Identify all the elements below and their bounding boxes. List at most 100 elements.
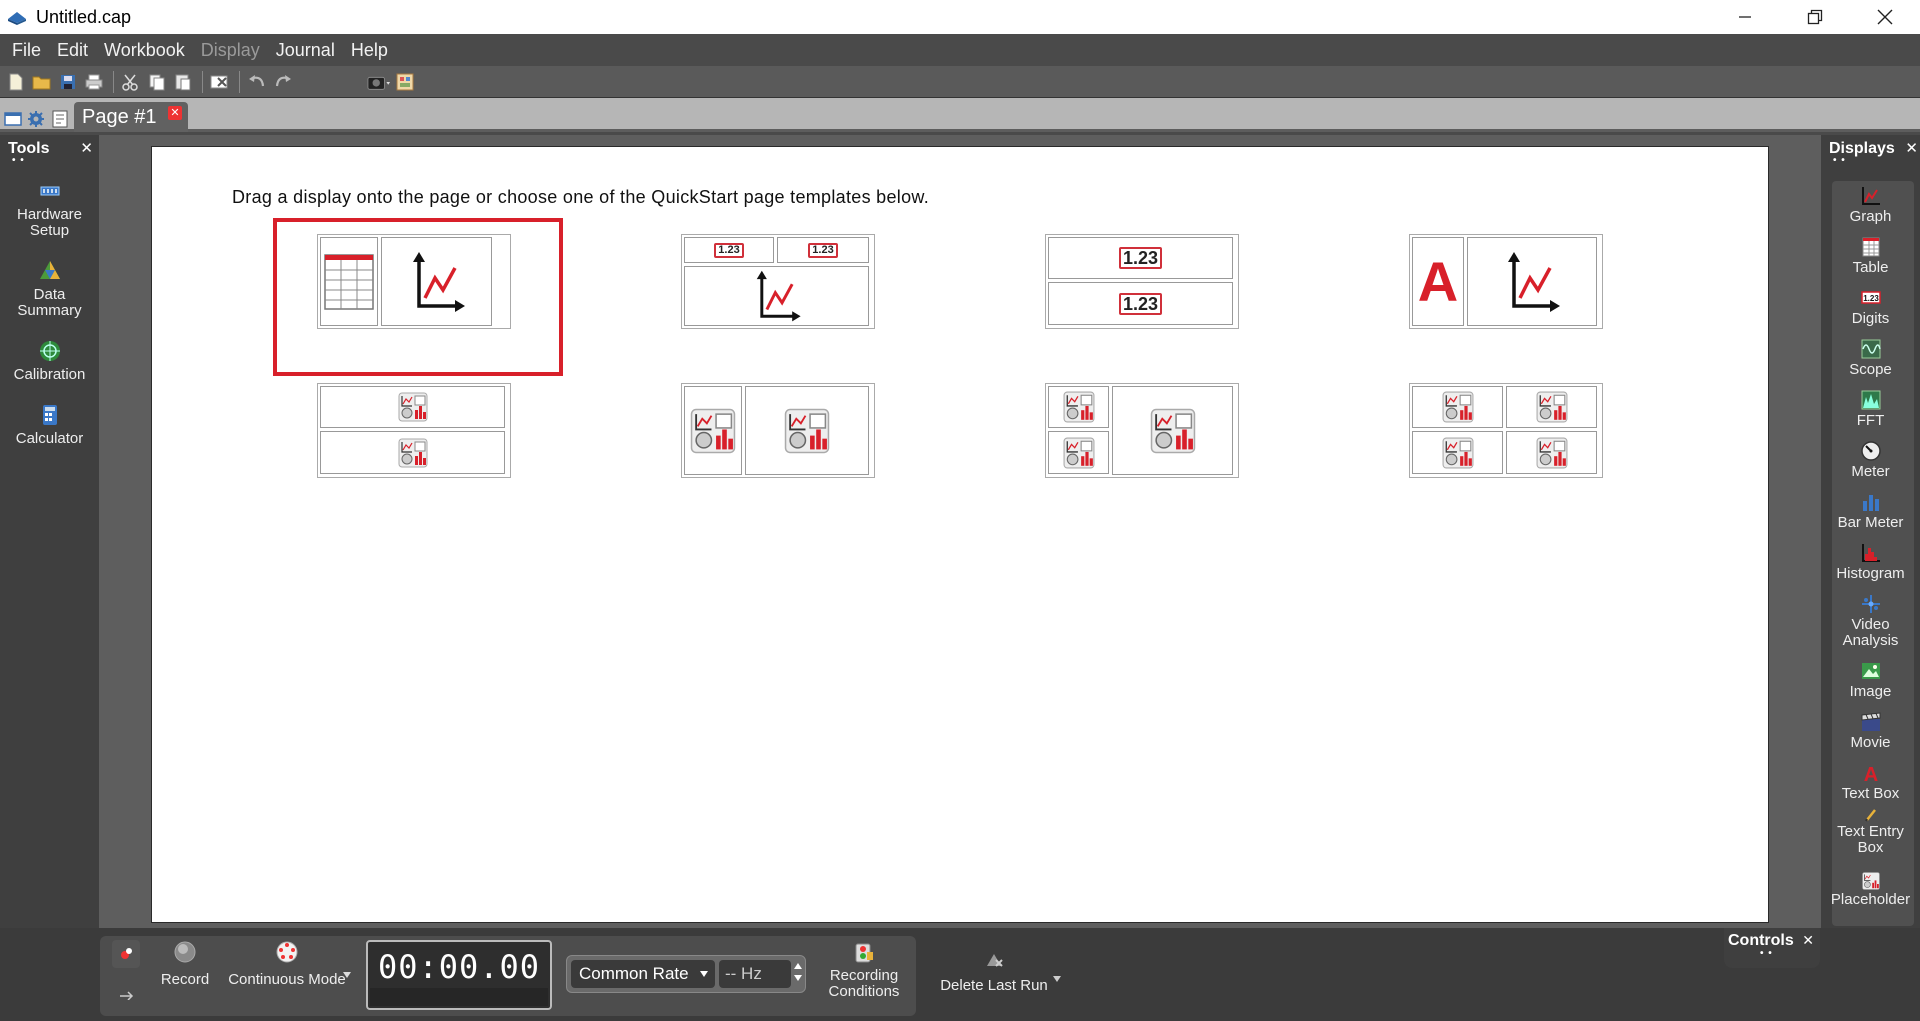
record-mode-toggle[interactable] [112, 940, 140, 968]
close-tab-icon[interactable]: ✕ [168, 106, 182, 120]
displays-panel-header[interactable]: Displays ✕ • • [1821, 135, 1920, 169]
menu-journal[interactable]: Journal [268, 40, 343, 61]
display-label: Text Box [1841, 785, 1900, 802]
display-label: Meter [1851, 463, 1890, 480]
template-text-graph[interactable]: A [1409, 234, 1603, 329]
display-label: FFT [1856, 412, 1885, 429]
tab-page-1-label: Page #1 [82, 106, 157, 128]
template-cell: A [1412, 237, 1464, 326]
menu-help[interactable]: Help [343, 40, 396, 61]
template-cell: 1.23 [1048, 237, 1233, 279]
delete-run-dropdown[interactable] [1052, 970, 1062, 988]
template-four-panel[interactable] [1409, 383, 1603, 478]
menu-edit[interactable]: Edit [49, 40, 96, 61]
tool-calculator[interactable]: Calculator [0, 403, 99, 447]
tool-calibration[interactable]: Calibration [0, 339, 99, 383]
template-narrow-wide[interactable] [681, 383, 875, 478]
cut-button[interactable] [119, 70, 143, 94]
save-button[interactable] [56, 70, 80, 94]
recording-conditions-button[interactable]: Recording Conditions [818, 942, 910, 1000]
record-button[interactable]: Record [155, 940, 215, 988]
drag-handle-icon[interactable]: • • [1760, 948, 1773, 959]
minimize-button[interactable] [1710, 0, 1780, 34]
sample-rate-field[interactable]: -- Hz [719, 960, 791, 988]
delete-last-run-label: Delete Last Run [940, 977, 1048, 994]
display-fft[interactable]: FFT [1821, 389, 1920, 440]
paste-button[interactable] [171, 70, 195, 94]
new-file-button[interactable] [4, 70, 28, 94]
template-cell [1412, 386, 1503, 428]
snapshot-button[interactable] [367, 70, 391, 94]
copy-button[interactable] [145, 70, 169, 94]
template-digits-graph[interactable]: 1.23 1.23 [681, 234, 875, 329]
tools-panel: Tools ✕ • • Hardware Setup Data Summary … [0, 135, 99, 928]
display-video-analysis[interactable]: Video Analysis [1821, 593, 1920, 660]
record-dot-icon [121, 948, 132, 959]
page-list-icon[interactable] [51, 110, 69, 128]
template-cell [1506, 431, 1597, 474]
common-rate-select[interactable]: Common Rate [571, 960, 715, 988]
template-cell: 1.23 [684, 237, 774, 263]
close-window-button[interactable] [1850, 0, 1920, 34]
template-three-panel[interactable] [1045, 383, 1239, 478]
text-box-sample: A [1417, 250, 1459, 313]
delete-last-run-button[interactable]: Delete Last Run [932, 950, 1056, 994]
display-scope[interactable]: Scope [1821, 338, 1920, 389]
display-movie[interactable]: Movie [1821, 711, 1920, 762]
display-label: Table [1852, 259, 1889, 276]
continuous-mode-button[interactable]: Continuous Mode [222, 940, 352, 988]
controls-panel-header[interactable]: Controls ✕ • • [1724, 928, 1820, 968]
template-two-digits[interactable]: 1.23 1.23 [1045, 234, 1239, 329]
display-table[interactable]: Table [1821, 236, 1920, 287]
display-graph[interactable]: Graph [1821, 185, 1920, 236]
close-panel-icon[interactable]: ✕ [80, 139, 93, 157]
page-settings-icon[interactable] [27, 110, 45, 128]
display-meter[interactable]: Meter [1821, 440, 1920, 491]
display-image[interactable]: Image [1821, 660, 1920, 711]
close-icon [1877, 9, 1893, 25]
close-panel-icon[interactable]: ✕ [1905, 139, 1918, 157]
tools-panel-header[interactable]: Tools ✕ • • [0, 135, 99, 169]
record-icon [174, 941, 196, 963]
print-button[interactable] [82, 70, 106, 94]
menu-display[interactable]: Display [193, 40, 268, 61]
redo-button[interactable] [271, 70, 295, 94]
display-label: Text Entry [1837, 823, 1904, 840]
mode-dropdown-arrow[interactable] [342, 966, 352, 984]
chevron-down-icon [1053, 976, 1061, 982]
template-cell [1412, 431, 1503, 474]
meter-icon [1860, 441, 1881, 461]
scope-icon [1861, 339, 1881, 359]
display-digits[interactable]: 1.23 Digits [1821, 287, 1920, 338]
display-text-box[interactable]: A Text Box [1821, 762, 1920, 808]
display-bar-meter[interactable]: Bar Meter [1821, 491, 1920, 542]
fft-icon [1861, 390, 1880, 410]
display-histogram[interactable]: Histogram [1821, 542, 1920, 593]
movie-icon [1861, 712, 1880, 731]
drag-handle-icon[interactable]: • • [1833, 155, 1846, 166]
display-placeholder[interactable]: Placeholder [1821, 872, 1920, 918]
expand-controls-button[interactable] [118, 984, 134, 1005]
rate-spinner[interactable] [793, 960, 805, 988]
display-text-entry-box[interactable]: Text Entry Box [1821, 808, 1920, 872]
spinner-down-icon[interactable] [793, 972, 803, 984]
restore-button[interactable] [1780, 0, 1850, 34]
drag-handle-icon[interactable]: • • [12, 155, 25, 166]
template-cell [1048, 431, 1109, 474]
open-file-button[interactable] [30, 70, 54, 94]
tool-data-summary[interactable]: Data Summary [0, 259, 99, 319]
calibration-icon [39, 341, 60, 361]
tab-page-1[interactable]: Page #1 ✕ [74, 102, 188, 132]
menu-file[interactable]: File [4, 40, 49, 61]
close-panel-icon[interactable]: ✕ [1802, 932, 1814, 949]
undo-button[interactable] [245, 70, 269, 94]
tool-hardware-setup[interactable]: Hardware Setup [0, 179, 99, 239]
menu-workbook[interactable]: Workbook [96, 40, 193, 61]
journal-button[interactable] [393, 70, 417, 94]
page-view-icon[interactable] [4, 110, 22, 128]
table-icon [1862, 237, 1879, 257]
spinner-up-icon[interactable] [793, 960, 803, 972]
delete-button[interactable] [208, 70, 232, 94]
paste-icon [175, 74, 191, 90]
template-two-rows[interactable] [317, 383, 511, 478]
